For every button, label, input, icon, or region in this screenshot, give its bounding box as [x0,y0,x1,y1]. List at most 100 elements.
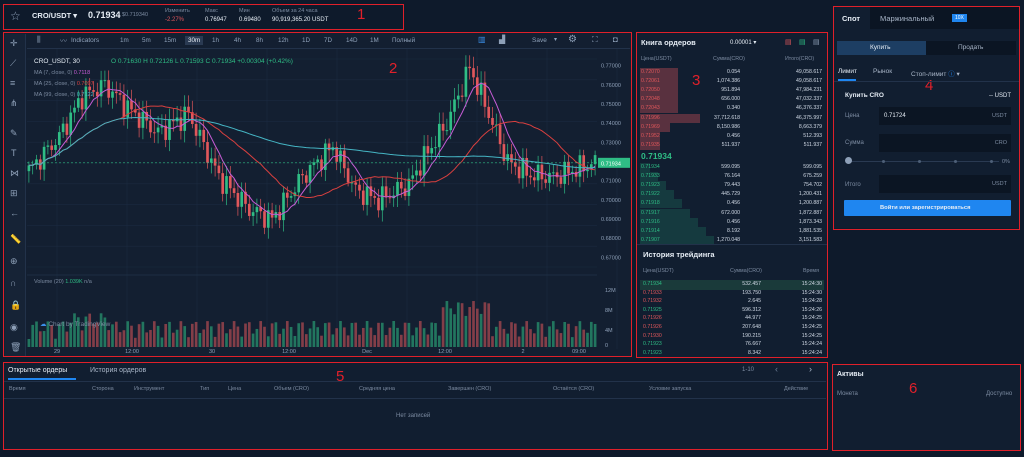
orders-empty-state: Нет записей [396,413,431,419]
interval-1h[interactable]: 1h [209,36,222,45]
candle-body [84,86,88,110]
assets-col-coin: Монета [837,391,858,397]
orders-col-header: Тип [200,386,210,392]
interval-1m[interactable]: 1m [117,36,132,45]
lock-icon[interactable]: 🔒 [10,300,21,311]
interval-8h[interactable]: 8h [253,36,266,45]
row-total: 511.937 [803,141,822,148]
sell-toggle[interactable]: Продать [926,41,1016,55]
amount-slider[interactable] [845,157,1001,167]
order-type-market[interactable]: Рынок [873,68,892,75]
orderbook-row[interactable]: 0.71935 511.937 511.937 [640,140,824,151]
slider-handle[interactable] [845,157,852,164]
interval-30m[interactable]: 30m [185,36,204,45]
interval-Полный[interactable]: Полный [389,36,418,45]
buy-toggle[interactable]: Купить [837,41,926,55]
cloud-icon: ☁ [40,321,47,328]
volume-bar [491,336,494,347]
prev-page-icon[interactable]: ‹ [775,364,778,374]
volume-bar [278,333,282,347]
candle-body [354,182,358,185]
fullscreen-icon[interactable]: ⛶ [592,35,598,45]
amount-input[interactable]: CRO [879,134,1011,152]
zoom-icon[interactable]: ⊕ [10,256,18,267]
interval-1D[interactable]: 1D [299,36,313,45]
candle-body [555,172,559,178]
chevron-down-icon: ▾ [956,71,960,78]
tab-spot[interactable]: Спот [834,7,870,29]
trash-icon[interactable]: 🗑 [10,342,21,353]
price-input[interactable]: 0.71724 USDT [879,107,1011,125]
row-total: 1,873.343 [798,218,822,225]
volume-bar [213,336,217,347]
magnet-icon[interactable]: ∩ [10,278,16,288]
volume-bar [263,326,266,347]
high-value: 0.76947 [205,17,227,23]
trade-time: 15:24:24 [801,349,822,356]
price-chart[interactable]: 0.770000.760000.750000.740000.730000.720… [27,49,630,355]
slider-tick [954,160,957,163]
volume-bar [521,326,525,347]
ma7-legend: MA (7, close, 0) 0.7118 [34,70,90,76]
indicators-button[interactable]: Indicators [71,37,99,44]
pair-selector[interactable]: CRO/USDT ▾ [32,11,77,20]
ohlc-close: C 0.71934 [205,58,236,65]
horizontal-line-icon[interactable]: ≡ [10,78,15,88]
interval-4h[interactable]: 4h [231,36,244,45]
interval-15m[interactable]: 15m [161,36,179,45]
order-type-limit[interactable]: Лимит [838,68,857,75]
area-style-icon[interactable]: ▟ [499,35,505,44]
interval-1M[interactable]: 1M [367,36,382,45]
candle-body [156,127,160,133]
total-input[interactable]: USDT [879,175,1011,193]
candle-body [407,178,411,196]
tab-margin-label: Маржинальный [880,14,935,23]
candle-body [426,146,430,154]
interval-7D[interactable]: 7D [321,36,335,45]
candle-body [232,188,236,193]
back-arrow-icon[interactable]: ← [10,208,19,218]
candle-body [206,142,209,163]
brush-icon[interactable]: ✎ [10,128,18,139]
tab-open-orders[interactable]: Открытые ордеры [8,367,67,374]
interval-14D[interactable]: 14D [343,36,361,45]
settings-gear-icon[interactable]: ⚙ [568,34,577,45]
measure-icon[interactable]: ⊞ [10,188,18,199]
book-view-asks-icon[interactable]: ▤ [813,38,820,46]
row-total: 47,032.337 [796,96,822,103]
compare-icon[interactable]: ⫼ [37,35,41,45]
assets-title: Активы [837,371,864,378]
text-icon[interactable]: T [11,148,17,158]
volume-bar [434,323,437,347]
trend-line-icon[interactable]: ⟋ [10,58,16,69]
book-view-bids-icon[interactable]: ▤ [799,38,806,46]
tab-order-history[interactable]: История ордеров [90,367,146,374]
pattern-icon[interactable]: ⋈ [10,168,19,179]
row-total: 46,376.337 [796,105,822,112]
interval-12h[interactable]: 12h [275,36,292,45]
order-type-stop-limit[interactable]: Стоп-лимит ⓘ ▾ [911,68,960,78]
next-page-icon[interactable]: › [809,364,812,374]
time-axis-label: 2 [521,349,524,355]
star-icon[interactable]: ☆ [10,9,21,23]
ma7-label: MA (7, close, 0) [34,70,73,76]
precision-select[interactable]: 0.00001 ▾ [730,39,756,46]
interval-5m[interactable]: 5m [139,36,154,45]
candle-style-icon[interactable]: ▥ [478,35,486,44]
save-button[interactable]: Save [532,37,547,44]
pitchfork-icon[interactable]: ⋔ [10,98,18,109]
eye-icon[interactable]: ◉ [10,322,18,333]
candle-body [308,164,312,183]
annotation-label-4: 4 [925,77,934,94]
row-price: 0.71918 [641,200,660,207]
book-view-both-icon[interactable]: ▤ [785,38,792,46]
ruler-icon[interactable]: 📏 [10,234,21,245]
chevron-down-icon[interactable]: ▾ [554,36,557,43]
login-button[interactable]: Войти или зарегистрироваться [844,200,1011,216]
crosshair-icon[interactable]: ✛ [10,38,18,49]
tab-margin[interactable]: Маржинальный 10X [870,7,976,29]
candle-body [304,175,308,183]
row-amount: 656.000 [721,96,740,103]
camera-icon[interactable]: ◘ [613,35,618,44]
volume-bar [487,303,491,347]
